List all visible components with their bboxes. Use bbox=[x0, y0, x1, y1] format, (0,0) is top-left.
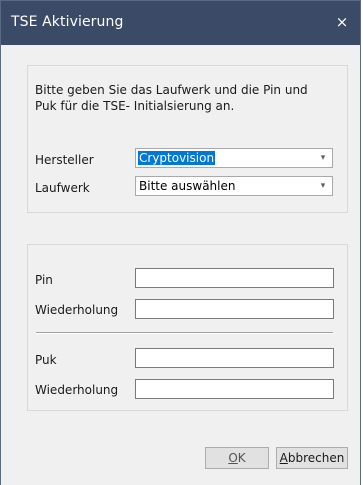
title-bar[interactable]: TSE Aktivierung × bbox=[1, 1, 360, 45]
manufacturer-dropdown[interactable]: Cryptovision ▾ bbox=[135, 148, 333, 168]
credentials-group: Pin Wiederholung Puk Wiederholung bbox=[27, 244, 348, 411]
drive-dropdown[interactable]: Bitte auswählen ▾ bbox=[135, 176, 333, 196]
instruction-text: Bitte geben Sie das Laufwerk und die Pin… bbox=[35, 83, 308, 113]
cancel-button[interactable]: Abbrechen bbox=[276, 447, 348, 469]
ok-mnemonic: O bbox=[228, 451, 238, 465]
manufacturer-selected-value: Cryptovision bbox=[138, 151, 216, 165]
pin-label: Pin bbox=[35, 273, 53, 287]
ok-button[interactable]: OK bbox=[205, 447, 269, 469]
drive-label: Laufwerk bbox=[35, 181, 90, 195]
chevron-down-icon[interactable]: ▾ bbox=[315, 150, 331, 166]
cancel-label-rest: bbrechen bbox=[287, 451, 345, 465]
puk-input[interactable] bbox=[135, 348, 334, 368]
pin-input[interactable] bbox=[135, 268, 334, 288]
tse-activation-dialog: TSE Aktivierung × Bitte geben Sie das La… bbox=[0, 0, 361, 485]
ok-label-rest: K bbox=[237, 451, 246, 465]
drive-selected-value: Bitte auswählen bbox=[139, 179, 236, 193]
divider bbox=[36, 332, 333, 334]
chevron-down-icon[interactable]: ▾ bbox=[315, 178, 331, 194]
cancel-mnemonic: A bbox=[279, 451, 288, 465]
device-group: Bitte geben Sie das Laufwerk und die Pin… bbox=[27, 65, 348, 213]
puk-label: Puk bbox=[35, 353, 57, 367]
close-icon[interactable]: × bbox=[328, 9, 356, 35]
manufacturer-label: Hersteller bbox=[35, 153, 94, 167]
puk-repeat-label: Wiederholung bbox=[35, 383, 119, 397]
pin-repeat-input[interactable] bbox=[135, 299, 334, 319]
puk-repeat-input[interactable] bbox=[135, 379, 334, 399]
pin-repeat-label: Wiederholung bbox=[35, 303, 119, 317]
window-title: TSE Aktivierung bbox=[11, 14, 124, 30]
